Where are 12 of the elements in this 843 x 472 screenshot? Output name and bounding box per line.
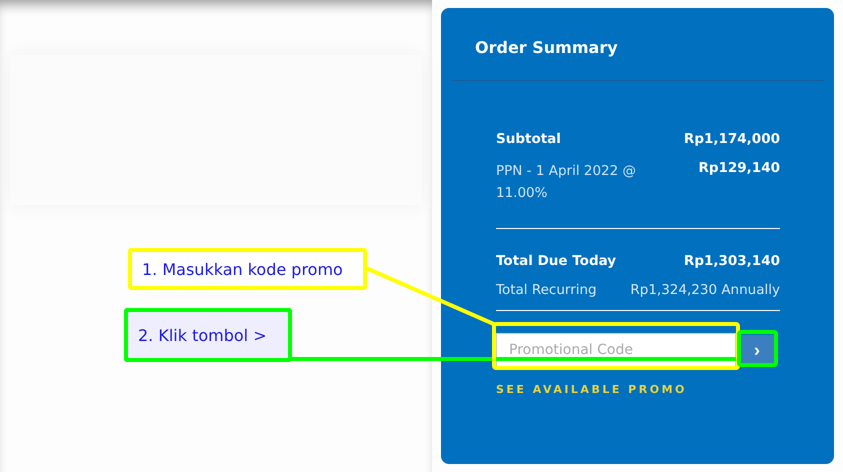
summary-label: Subtotal <box>496 131 561 147</box>
summary-label: PPN - 1 April 2022 @ 11.00% <box>496 162 638 203</box>
summary-label: Total Due Today <box>496 253 616 269</box>
summary-label: Total Recurring <box>496 282 597 298</box>
summary-amount: Rp1,303,140 <box>684 253 780 269</box>
see-promo-link[interactable]: SEE AVAILABLE PROMO <box>496 383 780 396</box>
summary-amount: Rp129,140 <box>698 160 780 176</box>
card-title: Order Summary <box>452 8 824 81</box>
annotation-callout: 2. Klik tombol > <box>124 308 292 362</box>
annotation-callout: 1. Masukkan kode promo <box>128 248 367 290</box>
summary-amount: Rp1,324,230 Annually <box>630 282 780 298</box>
summary-amount: Rp1,174,000 <box>684 131 780 147</box>
